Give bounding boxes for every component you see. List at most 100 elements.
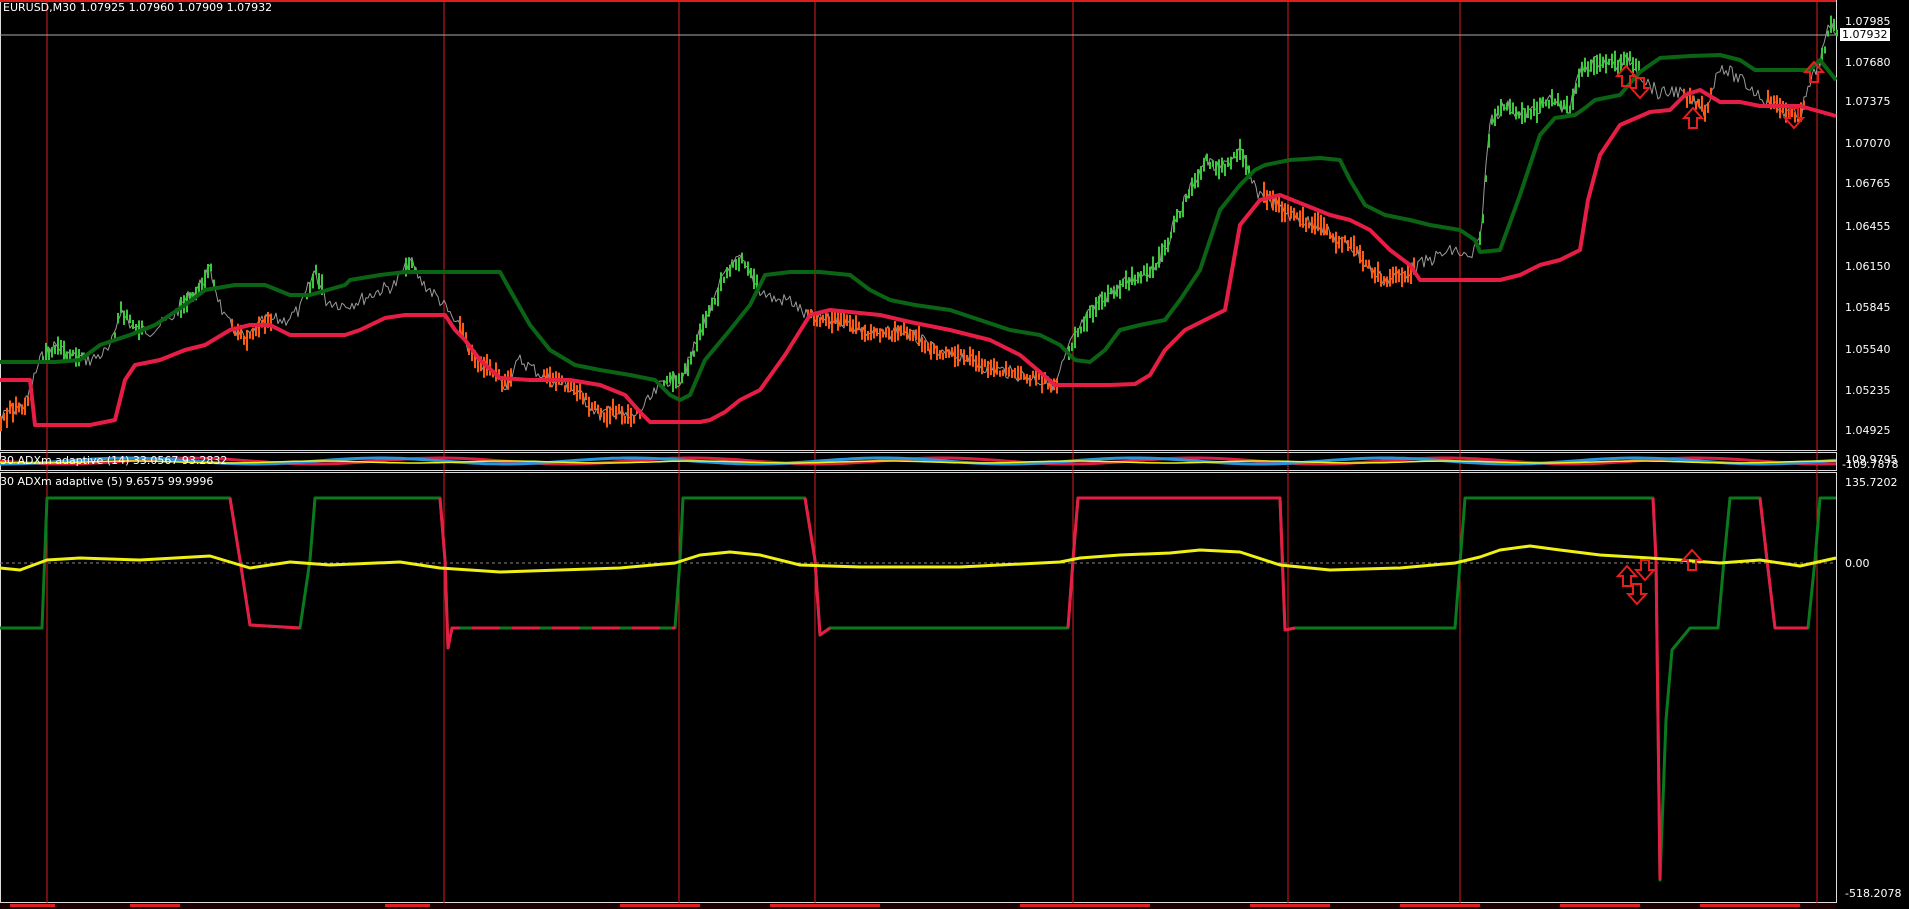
down-candle (966, 354, 968, 362)
up-candle (1590, 59, 1592, 72)
up-candle (1209, 161, 1211, 169)
up-candle (1506, 102, 1508, 111)
down-candle (597, 404, 599, 414)
down-candle (1794, 112, 1796, 123)
down-candle (1290, 206, 1292, 219)
up-candle (1512, 102, 1514, 114)
down-candle (828, 316, 830, 329)
down-candle (936, 345, 938, 361)
up-candle (1113, 289, 1115, 299)
indicator-1-header: 30 ADXm adaptive (14) 33.0567 93.2832 (0, 454, 228, 467)
down-candle (1017, 365, 1019, 380)
down-candle (1281, 201, 1283, 223)
down-candle (846, 314, 848, 326)
up-candle (1155, 263, 1157, 271)
up-candle (1095, 297, 1097, 317)
up-candle (744, 261, 746, 269)
down-candle (999, 370, 1001, 377)
down-candle (1041, 374, 1043, 394)
up-candle (726, 267, 728, 279)
down-candle (1305, 217, 1307, 232)
down-candle (1272, 190, 1274, 211)
down-candle (1284, 203, 1286, 223)
down-candle (1311, 216, 1313, 234)
indicator-2-scale-bottom: -518.2078 (1845, 887, 1902, 900)
up-candle (1491, 118, 1493, 125)
down-candle (888, 327, 890, 340)
up-candle (687, 359, 689, 377)
down-candle (1317, 212, 1319, 231)
up-candle (1623, 51, 1625, 65)
down-candle (912, 330, 914, 342)
up-candle (57, 336, 59, 355)
up-candle (1224, 163, 1226, 177)
time-axis-marker (620, 904, 700, 907)
up-candle (1533, 98, 1535, 116)
time-axis-marker (10, 904, 55, 907)
down-candle (975, 355, 977, 372)
up-candle (735, 259, 737, 271)
down-candle (879, 328, 881, 343)
up-candle (708, 305, 710, 317)
up-candle (1212, 160, 1214, 167)
down-candle (900, 325, 902, 337)
up-candle (1098, 295, 1100, 311)
up-candle (1605, 54, 1607, 74)
up-candle (66, 351, 68, 360)
down-candle (1005, 361, 1007, 376)
up-candle (705, 310, 707, 328)
up-candle (1083, 316, 1085, 332)
up-candle (1836, 29, 1838, 37)
up-candle (723, 276, 725, 283)
trading-chart[interactable] (0, 0, 1909, 909)
up-candle (51, 347, 53, 358)
down-candle (957, 344, 959, 367)
up-candle (1119, 280, 1121, 299)
up-candle (120, 301, 122, 313)
up-candle (1518, 111, 1520, 119)
down-candle (1689, 87, 1691, 104)
down-candle (984, 359, 986, 367)
down-candle (954, 346, 956, 368)
down-candle (1314, 212, 1316, 235)
up-candle (1179, 211, 1181, 219)
up-candle (1176, 209, 1178, 223)
up-candle (1089, 305, 1091, 318)
up-candle (1203, 157, 1205, 172)
up-candle (1152, 256, 1154, 278)
up-candle (1092, 305, 1094, 323)
up-candle (1569, 105, 1571, 114)
down-candle (9, 400, 11, 414)
up-candle (1101, 291, 1103, 310)
down-candle (1377, 261, 1379, 282)
up-candle (1521, 102, 1523, 124)
down-candle (867, 331, 869, 341)
down-candle (618, 404, 620, 414)
down-candle (1401, 267, 1403, 288)
price-scale-label: 1.04925 (1845, 424, 1891, 437)
up-candle (675, 375, 677, 389)
up-candle (1551, 89, 1553, 107)
down-candle (576, 385, 578, 402)
up-candle (1560, 100, 1562, 110)
down-candle (591, 402, 593, 411)
down-candle (819, 317, 821, 328)
down-candle (1362, 251, 1364, 272)
price-scale-label: 1.05845 (1845, 301, 1891, 314)
up-candle (1227, 157, 1229, 167)
time-axis-marker (1400, 904, 1480, 907)
up-candle (738, 257, 740, 272)
up-candle (672, 371, 674, 393)
up-candle (663, 380, 665, 387)
down-candle (1299, 210, 1301, 227)
down-candle (1386, 276, 1388, 287)
up-candle (1488, 134, 1490, 148)
down-candle (969, 346, 971, 366)
up-candle (54, 344, 56, 355)
down-candle (1704, 104, 1706, 122)
up-candle (1122, 278, 1124, 287)
down-candle (1365, 259, 1367, 268)
up-candle (1527, 105, 1529, 118)
up-candle (684, 363, 686, 374)
price-scale-label: 1.07680 (1845, 56, 1891, 69)
